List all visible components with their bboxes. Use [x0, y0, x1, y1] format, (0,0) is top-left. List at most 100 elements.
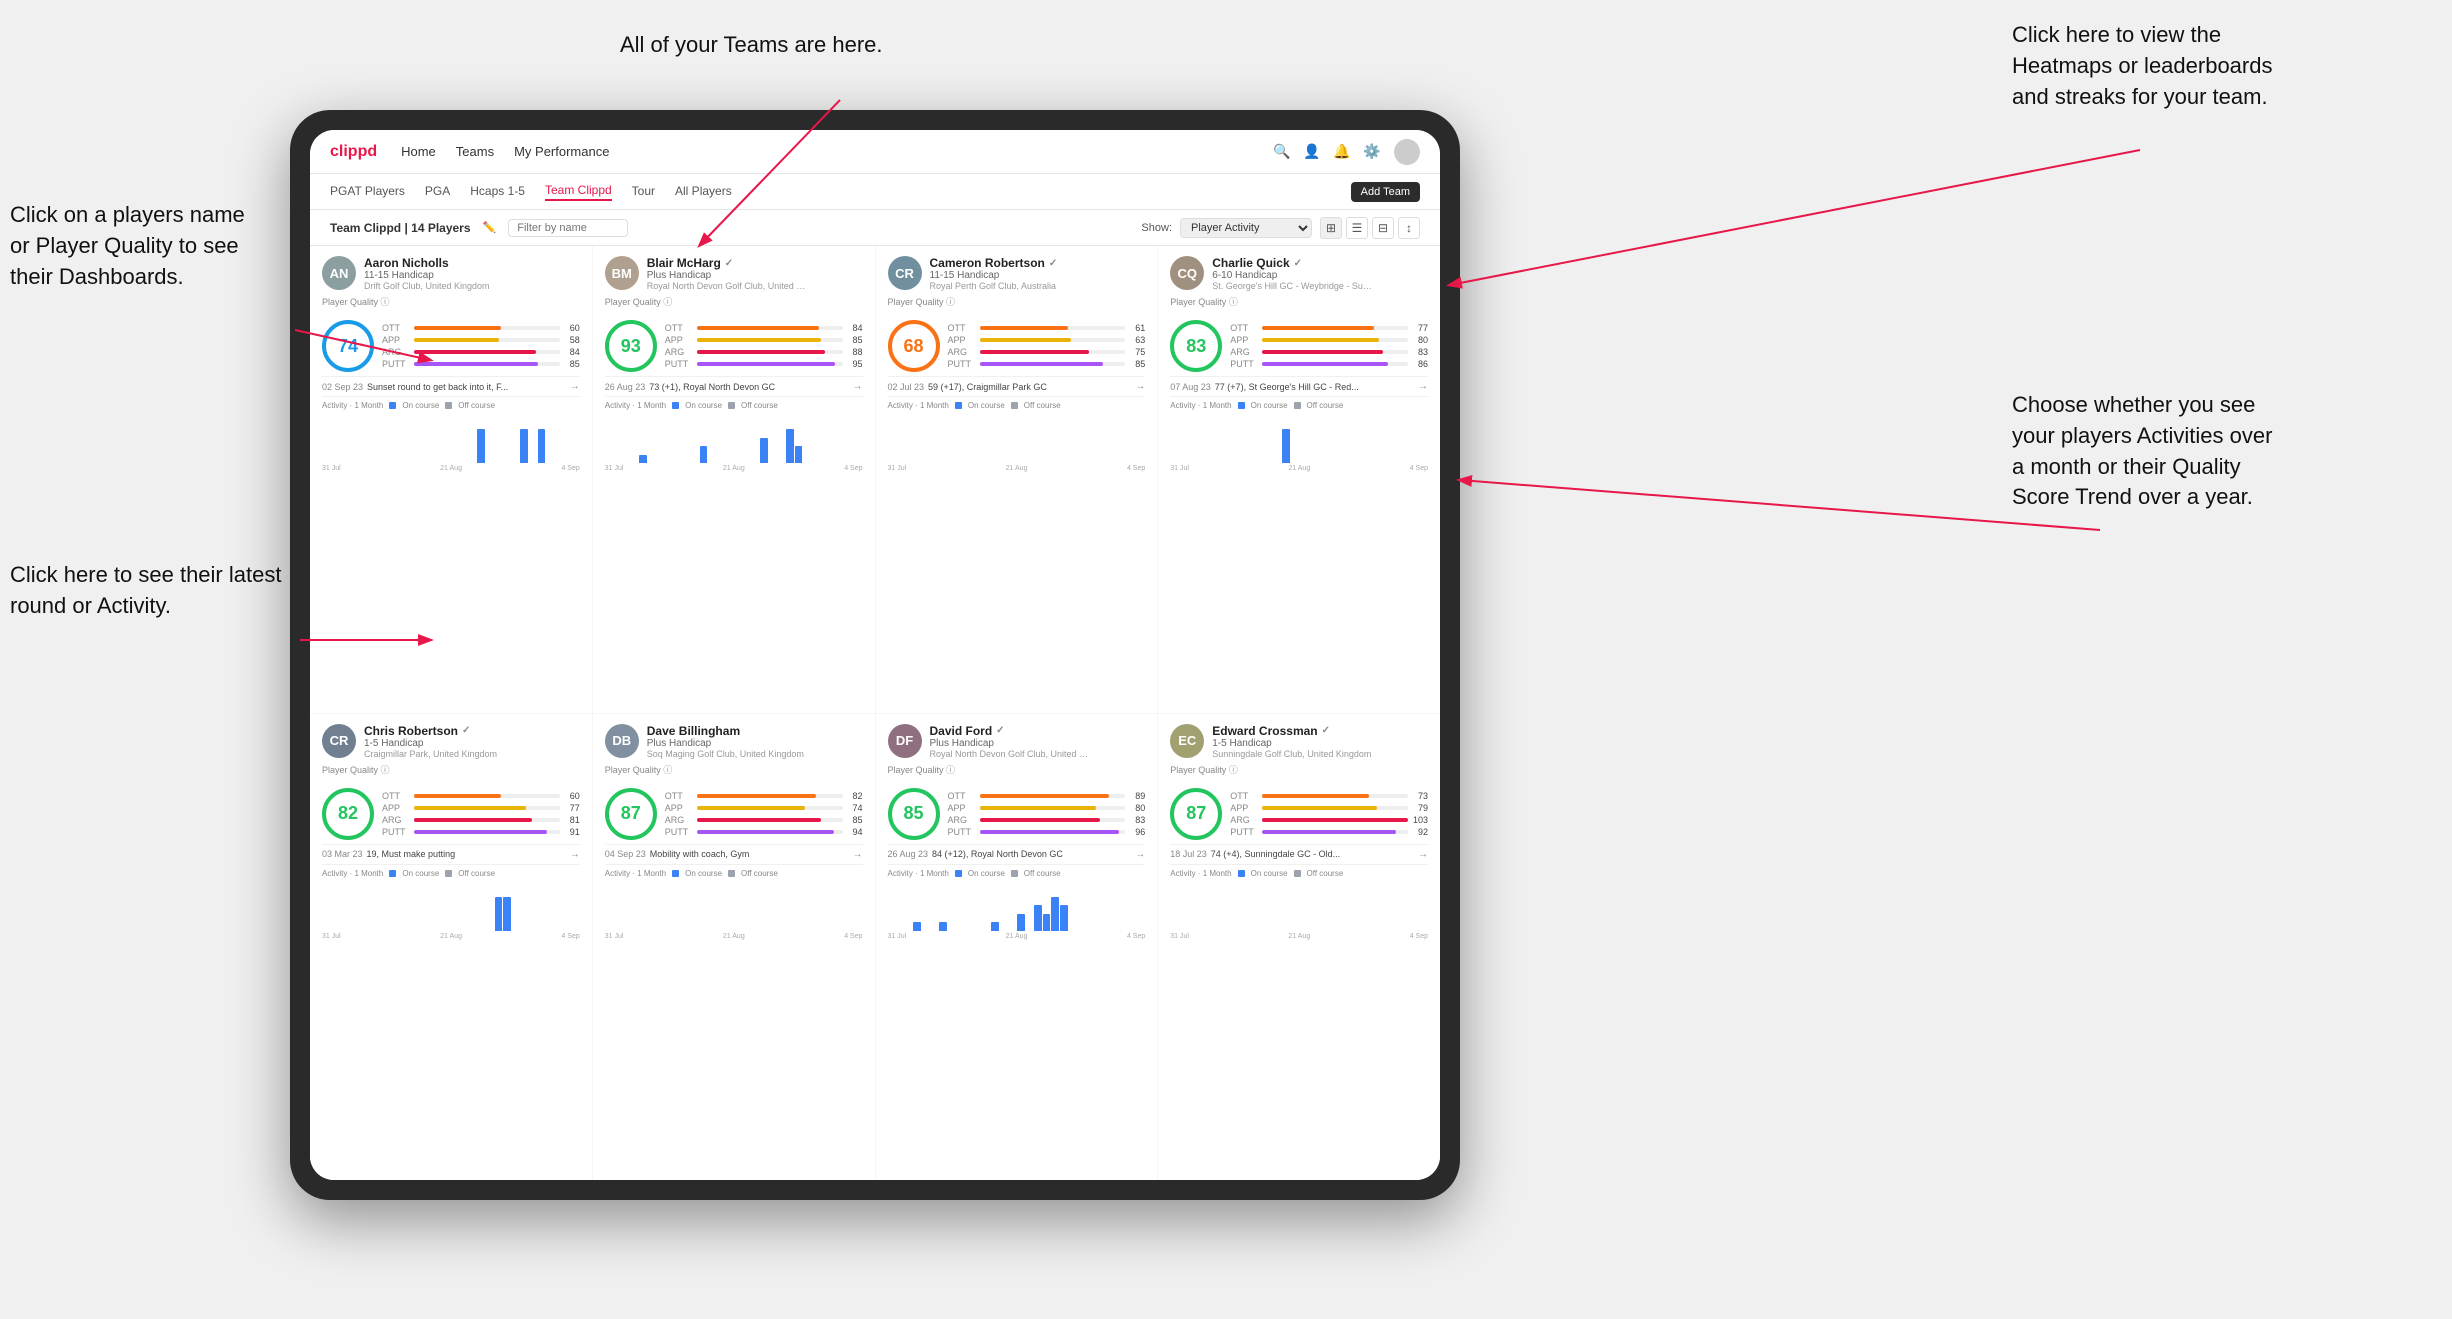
latest-round[interactable]: 03 Mar 23 19, Must make putting → — [322, 844, 580, 860]
player-card[interactable]: CR Cameron Robertson ✓ 11-15 Handicap Ro… — [876, 246, 1158, 713]
nav-home[interactable]: Home — [401, 144, 436, 159]
nav-teams[interactable]: Teams — [456, 144, 494, 159]
player-card[interactable]: BM Blair McHarg ✓ Plus Handicap Royal No… — [593, 246, 875, 713]
toolbar-right: Show: Player Activity Quality Score Tren… — [1141, 217, 1420, 239]
chart-container — [1170, 881, 1428, 931]
tab-pga[interactable]: PGA — [425, 184, 450, 200]
stat-row: PUTT 91 — [382, 827, 580, 837]
bell-icon[interactable]: 🔔 — [1334, 144, 1350, 160]
player-card[interactable]: AN Aaron Nicholls 11-15 Handicap Drift G… — [310, 246, 592, 713]
chart-bar — [495, 897, 503, 931]
on-course-dot — [389, 402, 396, 409]
edit-icon[interactable]: ✏️ — [483, 221, 497, 234]
quality-circle[interactable]: 74 — [322, 320, 374, 372]
on-course-label: On course — [685, 869, 722, 878]
latest-round[interactable]: 26 Aug 23 73 (+1), Royal North Devon GC … — [605, 376, 863, 392]
player-card[interactable]: CQ Charlie Quick ✓ 6-10 Handicap St. Geo… — [1158, 246, 1440, 713]
tab-team-clippd[interactable]: Team Clippd — [545, 183, 612, 201]
sort-button[interactable]: ↕ — [1398, 217, 1420, 239]
off-course-label: Off course — [1024, 401, 1061, 410]
latest-arrow[interactable]: → — [570, 381, 580, 392]
stat-row: OTT 89 — [948, 791, 1146, 801]
player-name[interactable]: Charlie Quick ✓ — [1212, 256, 1428, 270]
list-view-button[interactable]: ☰ — [1346, 217, 1368, 239]
player-name[interactable]: Dave Billingham — [647, 724, 863, 738]
player-card[interactable]: EC Edward Crossman ✓ 1-5 Handicap Sunnin… — [1158, 714, 1440, 1181]
quality-circle[interactable]: 87 — [605, 788, 657, 840]
stat-row: APP 77 — [382, 803, 580, 813]
latest-arrow[interactable]: → — [570, 849, 580, 860]
latest-arrow[interactable]: → — [1135, 849, 1145, 860]
latest-round[interactable]: 26 Aug 23 84 (+12), Royal North Devon GC… — [888, 844, 1146, 860]
player-card[interactable]: DF David Ford ✓ Plus Handicap Royal Nort… — [876, 714, 1158, 1181]
stat-row: ARG 81 — [382, 815, 580, 825]
on-course-label: On course — [685, 401, 722, 410]
player-card[interactable]: DB Dave Billingham Plus Handicap Soq Mag… — [593, 714, 875, 1181]
player-name[interactable]: Aaron Nicholls — [364, 256, 580, 270]
activity-title: Activity · 1 Month — [605, 401, 666, 410]
chart-container — [888, 413, 1146, 463]
quality-circle[interactable]: 93 — [605, 320, 657, 372]
quality-circle[interactable]: 68 — [888, 320, 940, 372]
tab-tour[interactable]: Tour — [632, 184, 655, 200]
stat-row: PUTT 96 — [948, 827, 1146, 837]
add-team-button[interactable]: Add Team — [1351, 182, 1420, 202]
quality-circle[interactable]: 85 — [888, 788, 940, 840]
show-select[interactable]: Player Activity Quality Score Trend — [1180, 218, 1312, 238]
chart-bar — [1051, 897, 1059, 931]
quality-circle[interactable]: 87 — [1170, 788, 1222, 840]
player-info: Charlie Quick ✓ 6-10 Handicap St. George… — [1212, 256, 1428, 291]
user-icon[interactable]: 👤 — [1304, 144, 1320, 160]
latest-round[interactable]: 02 Sep 23 Sunset round to get back into … — [322, 376, 580, 392]
chart-bar — [1017, 914, 1025, 931]
chart-bar — [1043, 914, 1051, 931]
off-course-dot — [728, 402, 735, 409]
player-card[interactable]: CR Chris Robertson ✓ 1-5 Handicap Craigm… — [310, 714, 592, 1181]
tab-hcaps[interactable]: Hcaps 1-5 — [470, 184, 525, 200]
latest-arrow[interactable]: → — [853, 849, 863, 860]
grid-view-button[interactable]: ⊞ — [1320, 217, 1342, 239]
latest-arrow[interactable]: → — [853, 381, 863, 392]
search-icon[interactable]: 🔍 — [1274, 144, 1290, 160]
latest-round[interactable]: 07 Aug 23 77 (+7), St George's Hill GC -… — [1170, 376, 1428, 392]
latest-round[interactable]: 18 Jul 23 74 (+4), Sunningdale GC - Old.… — [1170, 844, 1428, 860]
player-name[interactable]: Edward Crossman ✓ — [1212, 724, 1428, 738]
latest-text: Mobility with coach, Gym — [650, 849, 849, 859]
stat-row: ARG 85 — [665, 815, 863, 825]
latest-round[interactable]: 04 Sep 23 Mobility with coach, Gym → — [605, 844, 863, 860]
chart-labels: 31 Jul 21 Aug 4 Sep — [322, 465, 580, 472]
nav-performance[interactable]: My Performance — [514, 144, 609, 159]
latest-arrow[interactable]: → — [1418, 849, 1428, 860]
stats-grid: OTT 60 APP 77 ARG 81 PUTT 91 — [382, 791, 580, 837]
subnav: PGAT Players PGA Hcaps 1-5 Team Clippd T… — [310, 174, 1440, 210]
off-course-dot — [1294, 402, 1301, 409]
latest-date: 04 Sep 23 — [605, 849, 646, 859]
brand-logo[interactable]: clippd — [330, 143, 377, 161]
player-name[interactable]: David Ford ✓ — [930, 724, 1146, 738]
tab-pgat[interactable]: PGAT Players — [330, 184, 405, 200]
latest-arrow[interactable]: → — [1135, 381, 1145, 392]
settings-icon[interactable]: ⚙️ — [1364, 144, 1380, 160]
player-name[interactable]: Cameron Robertson ✓ — [930, 256, 1146, 270]
quality-circle[interactable]: 83 — [1170, 320, 1222, 372]
filter-button[interactable]: ⊟ — [1372, 217, 1394, 239]
player-info: Cameron Robertson ✓ 11-15 Handicap Royal… — [930, 256, 1146, 291]
quality-circle[interactable]: 82 — [322, 788, 374, 840]
activity-header: Activity · 1 Month On course Off course — [888, 401, 1146, 410]
avatar[interactable] — [1394, 139, 1420, 165]
chart-container — [605, 413, 863, 463]
latest-text: 19, Must make putting — [367, 849, 566, 859]
latest-round[interactable]: 02 Jul 23 59 (+17), Craigmillar Park GC … — [888, 376, 1146, 392]
player-handicap: 1-5 Handicap — [364, 738, 580, 749]
player-name[interactable]: Blair McHarg ✓ — [647, 256, 863, 270]
activity-title: Activity · 1 Month — [888, 869, 949, 878]
tab-all-players[interactable]: All Players — [675, 184, 732, 200]
latest-text: 74 (+4), Sunningdale GC - Old... — [1211, 849, 1414, 859]
chart-container — [888, 881, 1146, 931]
player-name[interactable]: Chris Robertson ✓ — [364, 724, 580, 738]
filter-input[interactable] — [508, 219, 628, 237]
stat-row: APP 85 — [665, 335, 863, 345]
quality-label: Player Quality ⓘ — [888, 763, 1146, 776]
stat-row: ARG 88 — [665, 347, 863, 357]
latest-arrow[interactable]: → — [1418, 381, 1428, 392]
